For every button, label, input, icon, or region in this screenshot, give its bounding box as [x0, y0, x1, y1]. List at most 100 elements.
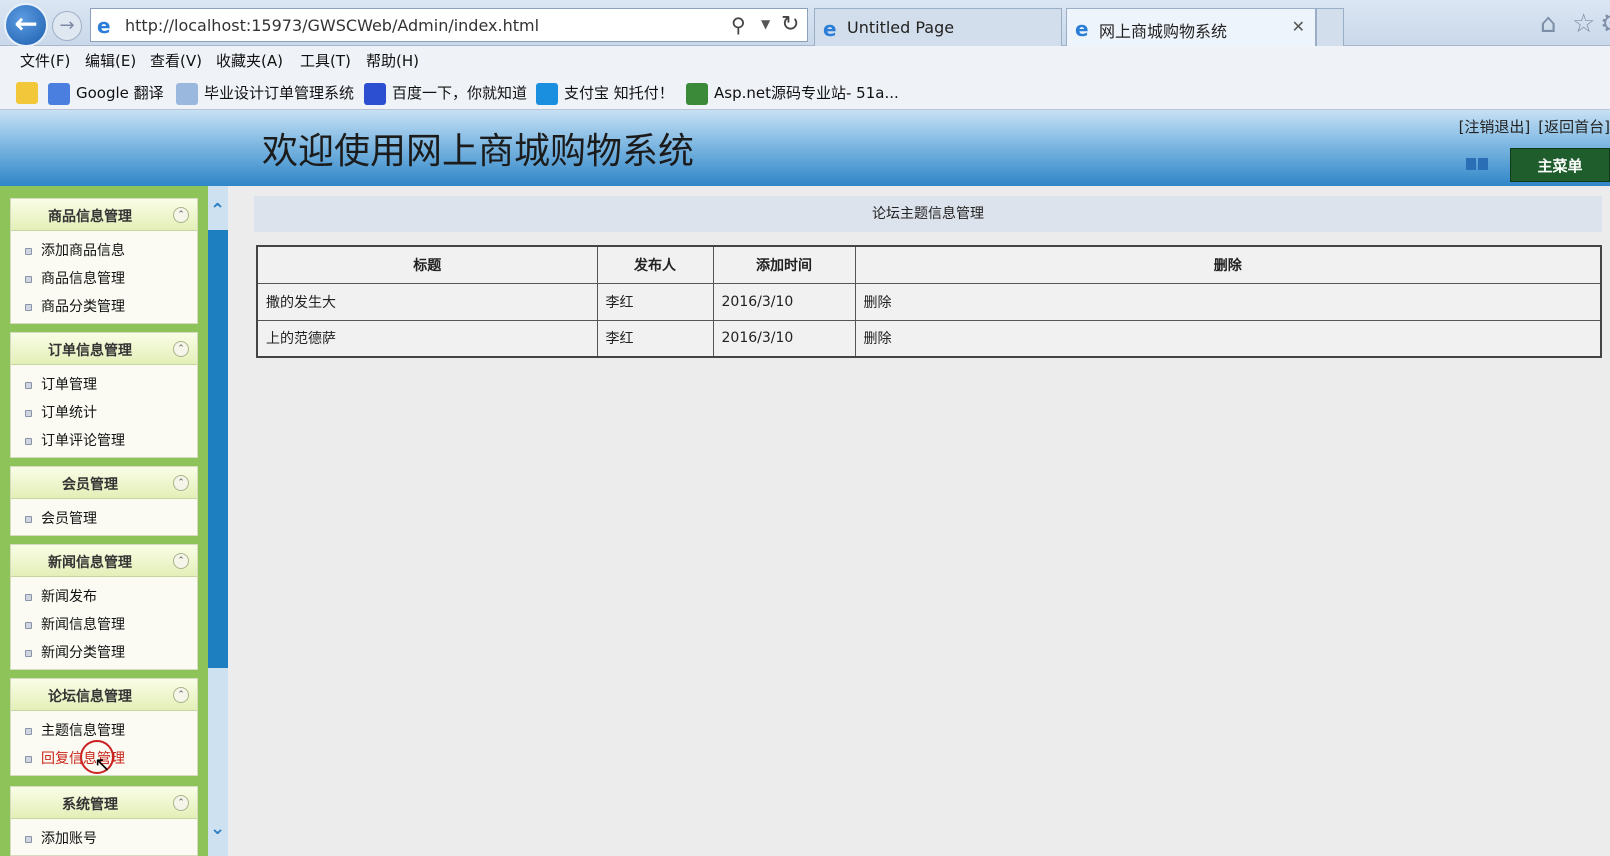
bullet-icon — [25, 728, 32, 735]
bullet-icon — [25, 410, 32, 417]
sidebar-group-members: 会员管理 ⌃ 会员管理 — [10, 466, 198, 536]
delete-link[interactable]: 删除 — [854, 282, 1602, 321]
group-header[interactable]: 系统管理 ⌃ — [11, 787, 197, 819]
close-icon[interactable]: ✕ — [1292, 17, 1305, 36]
bullet-icon — [25, 836, 32, 843]
top-links: [注销退出] [返回首台] — [1451, 116, 1610, 137]
group-header[interactable]: 会员管理 ⌃ — [11, 467, 197, 499]
delete-link[interactable]: 删除 — [854, 319, 1602, 358]
cell-title: 上的范德萨 — [256, 319, 598, 358]
bullet-icon — [25, 622, 32, 629]
sidebar-item[interactable]: 订单管理 — [25, 371, 197, 399]
group-header[interactable]: 订单信息管理 ⌃ — [11, 333, 197, 365]
page-title: 欢迎使用网上商城购物系统 — [262, 131, 695, 172]
bullet-icon — [25, 650, 32, 657]
tab-untitled-page[interactable]: e Untitled Page — [814, 8, 1062, 46]
group-title: 商品信息管理 — [48, 209, 132, 225]
menu-help[interactable]: 帮助(H) — [366, 50, 419, 71]
baidu-paw-icon — [364, 82, 386, 105]
chevron-down-icon[interactable]: ▼ — [761, 17, 770, 31]
logout-link[interactable]: [注销退出] — [1459, 118, 1531, 136]
sidebar-group-orders: 订单信息管理 ⌃ 订单管理 订单统计 订单评论管理 — [10, 332, 198, 458]
collapse-up-icon[interactable]: ⌃ — [173, 475, 189, 491]
browser-toolbar: ← → e http://localhost:15973/GWSCWeb/Adm… — [0, 0, 1610, 47]
group-header[interactable]: 新闻信息管理 ⌃ — [11, 545, 197, 577]
address-bar[interactable]: e http://localhost:15973/GWSCWeb/Admin/i… — [90, 8, 808, 42]
fav-order-system[interactable]: 毕业设计订单管理系统 — [176, 82, 354, 105]
sidebar-group-products: 商品信息管理 ⌃ 添加商品信息 商品信息管理 商品分类管理 — [10, 198, 198, 324]
sidebar-item[interactable]: 会员管理 — [25, 505, 197, 533]
forum-topics-table: 标题 发布人 添加时间 删除 撒的发生大 李红 2016/3/10 删除 上的范… — [256, 245, 1602, 358]
sidebar-item[interactable]: 新闻发布 — [25, 583, 197, 611]
menu-favorites[interactable]: 收藏夹(A) — [216, 50, 283, 71]
collapse-up-icon[interactable]: ⌃ — [173, 207, 189, 223]
menu-edit[interactable]: 编辑(E) — [85, 50, 136, 71]
sidebar-item[interactable]: 订单评论管理 — [25, 427, 197, 455]
sidebar-item[interactable]: 新闻分类管理 — [25, 639, 197, 667]
collapse-up-icon[interactable]: ⌃ — [173, 687, 189, 703]
star-icon[interactable]: ☆ — [1572, 9, 1595, 39]
main-menu-button[interactable]: 主菜单 — [1510, 148, 1610, 182]
chevron-up-icon[interactable]: ⌃ — [210, 200, 225, 221]
sidebar-item[interactable]: 主题信息管理 — [25, 717, 197, 745]
table-header-row: 标题 发布人 添加时间 删除 — [256, 245, 1602, 284]
menu-tools[interactable]: 工具(T) — [300, 50, 351, 71]
cell-author: 李红 — [596, 319, 714, 358]
menu-file[interactable]: 文件(F) — [20, 50, 70, 71]
sidebar-item[interactable]: 添加账号 — [25, 825, 197, 853]
favorites-bar: Google 翻译 毕业设计订单管理系统 百度一下，你就知道 支付宝 知托付！ … — [0, 76, 1610, 110]
mouse-pointer-icon: ↖ — [94, 752, 111, 776]
column-header-author: 发布人 — [596, 245, 714, 284]
bullet-icon — [25, 756, 32, 763]
panel-title: 论坛主题信息管理 — [254, 196, 1602, 232]
ie-tab-icon: e — [823, 17, 837, 41]
bullet-icon — [25, 248, 32, 255]
group-header[interactable]: 论坛信息管理 ⌃ — [11, 679, 197, 711]
collapse-up-icon[interactable]: ⌃ — [173, 341, 189, 357]
search-icon[interactable]: ⚲ — [731, 13, 746, 37]
app-header: 欢迎使用网上商城购物系统 [注销退出] [返回首台] 主菜单 — [0, 110, 1610, 186]
ie-tab-icon: e — [1075, 17, 1089, 41]
panel-switch-icon[interactable] — [1464, 156, 1494, 172]
ie-page-icon — [176, 82, 198, 105]
collapse-up-icon[interactable]: ⌃ — [173, 795, 189, 811]
tab-label: 网上商城购物系统 — [1099, 22, 1228, 41]
refresh-icon[interactable]: ↻ — [781, 12, 799, 37]
bullet-icon — [25, 594, 32, 601]
favorites-star-icon[interactable] — [16, 82, 44, 104]
fav-google-translate[interactable]: Google 翻译 — [48, 82, 164, 105]
new-tab-button[interactable] — [1316, 8, 1344, 46]
table-row: 撒的发生大 李红 2016/3/10 删除 — [256, 282, 1602, 321]
group-title: 新闻信息管理 — [48, 555, 132, 571]
sidebar-item[interactable]: 新闻信息管理 — [25, 611, 197, 639]
sidebar-item[interactable]: 商品信息管理 — [25, 265, 197, 293]
cell-date: 2016/3/10 — [712, 319, 856, 358]
back-arrow-icon[interactable]: ← — [4, 3, 48, 47]
collapse-up-icon[interactable]: ⌃ — [173, 553, 189, 569]
cell-title: 撒的发生大 — [256, 282, 598, 321]
sidebar-item[interactable]: 商品分类管理 — [25, 293, 197, 321]
fav-baidu[interactable]: 百度一下，你就知道 — [364, 82, 527, 105]
chevron-down-icon[interactable]: ⌄ — [210, 818, 225, 839]
bullet-icon — [25, 304, 32, 311]
column-header-date: 添加时间 — [712, 245, 856, 284]
menu-view[interactable]: 查看(V) — [150, 50, 202, 71]
sidebar-item[interactable]: 订单统计 — [25, 399, 197, 427]
bullet-icon — [25, 438, 32, 445]
gear-icon[interactable]: ⚙ — [1600, 9, 1610, 39]
sidebar-group-system: 系统管理 ⌃ 添加账号 — [10, 786, 198, 856]
home-icon[interactable]: ⌂ — [1540, 9, 1557, 39]
sidebar-item[interactable]: 添加商品信息 — [25, 237, 197, 265]
fav-alipay[interactable]: 支付宝 知托付！ — [536, 82, 674, 105]
address-url[interactable]: http://localhost:15973/GWSCWeb/Admin/ind… — [125, 16, 539, 35]
sidebar-group-news: 新闻信息管理 ⌃ 新闻发布 新闻信息管理 新闻分类管理 — [10, 544, 198, 670]
fav-aspnet[interactable]: Asp.net源码专业站- 51a... — [686, 82, 899, 105]
tab-label: Untitled Page — [847, 18, 955, 37]
group-header[interactable]: 商品信息管理 ⌃ — [11, 199, 197, 231]
forward-arrow-icon[interactable]: → — [52, 11, 82, 41]
group-title: 会员管理 — [62, 477, 118, 493]
table-row: 上的范德萨 李红 2016/3/10 删除 — [256, 319, 1602, 358]
back-home-link[interactable]: [返回首台] — [1538, 118, 1610, 136]
tab-shop-system[interactable]: e 网上商城购物系统 ✕ — [1066, 8, 1316, 46]
scrollbar-thumb[interactable] — [208, 230, 228, 668]
